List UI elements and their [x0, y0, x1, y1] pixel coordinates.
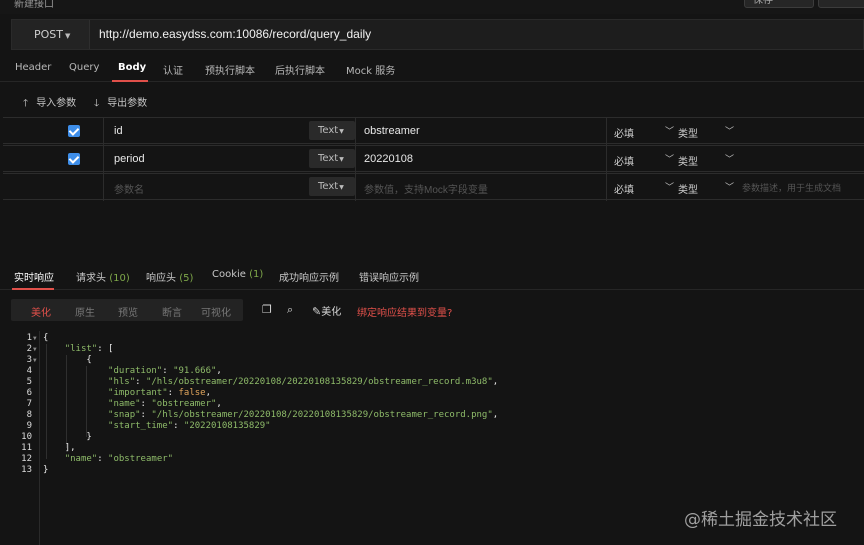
arrow-down-icon: 🡓 — [94, 98, 100, 109]
request-tabs: Header Query Body 认证 预执行脚本 后执行脚本 Mock 服务 — [0, 54, 864, 82]
param-value-input[interactable]: 参数值，支持Mock字段变量 — [364, 181, 488, 196]
chevron-down-icon[interactable]: ﹀ — [665, 180, 674, 193]
tab-auth[interactable]: 认证 — [163, 62, 183, 77]
export-params-button[interactable]: 🡓 导出参数 — [94, 94, 147, 113]
code-line: { — [43, 333, 49, 343]
window-top-strip: 新建接口 保存 — [0, 0, 864, 14]
method-select[interactable]: POST ▼ — [12, 20, 90, 49]
chevron-down-icon[interactable]: ﹀ — [725, 180, 734, 193]
line-number: 13 — [21, 465, 32, 475]
line-number: 8 — [26, 410, 32, 420]
tab-request-headers[interactable]: 请求头 (10) — [76, 269, 130, 284]
line-number: 1 — [26, 333, 32, 343]
line-number: 2 — [26, 344, 32, 354]
param-required-select[interactable]: 必填 — [614, 181, 634, 196]
param-type-select[interactable]: Text▼ — [309, 149, 355, 168]
fold-icon[interactable]: ▼ — [33, 357, 37, 364]
code-line: } — [86, 432, 92, 442]
tab-response-headers[interactable]: 响应头 (5) — [146, 269, 193, 284]
param-required-select[interactable]: 必填 — [614, 153, 634, 168]
line-number: 3 — [26, 355, 32, 365]
search-icon[interactable]: ⌕ — [287, 303, 293, 317]
param-datatype-select[interactable]: 类型 — [678, 181, 698, 196]
tab-query[interactable]: Query — [69, 62, 99, 73]
view-mode-beautify[interactable]: 美化 — [31, 304, 51, 319]
param-checkbox[interactable] — [68, 125, 80, 137]
chevron-down-icon[interactable]: ﹀ — [725, 152, 734, 165]
line-number: 6 — [26, 388, 32, 398]
tab-cookie[interactable]: Cookie (1) — [212, 269, 263, 280]
tab-header[interactable]: Header — [15, 62, 51, 73]
code-line: "duration": "91.666", — [108, 366, 222, 376]
tab-post-script[interactable]: 后执行脚本 — [275, 62, 325, 77]
watermark: @稀土掘金技术社区 — [684, 510, 837, 530]
code-line: "snap": "/hls/obstreamer/20220108/202201… — [108, 410, 499, 420]
caret-down-icon: ▼ — [65, 32, 71, 40]
view-mode-preview[interactable]: 预览 — [118, 304, 138, 319]
code-line: "important": false, — [108, 388, 211, 398]
wand-icon: ✎ — [312, 305, 322, 318]
line-number: 12 — [21, 454, 32, 464]
chevron-down-icon[interactable]: ﹀ — [725, 124, 734, 137]
url-input[interactable]: http://demo.easydss.com:10086/record/que… — [99, 20, 371, 49]
tab-body[interactable]: Body — [118, 62, 146, 73]
chevron-down-icon[interactable]: ﹀ — [665, 152, 674, 165]
code-line: { — [86, 355, 92, 365]
param-checkbox[interactable] — [68, 153, 80, 165]
table-row: 参数名 Text▼ 参数值，支持Mock字段变量 必填 ﹀ 类型 ﹀ 参数描述，… — [3, 173, 864, 201]
param-name-input[interactable]: id — [114, 125, 123, 137]
line-number: 9 — [26, 421, 32, 431]
window-title: 新建接口 — [14, 0, 54, 10]
response-tabs: 实时响应 请求头 (10) 响应头 (5) Cookie (1) 成功响应示例 … — [0, 260, 864, 290]
arrow-up-icon: 🡑 — [23, 98, 29, 109]
line-number: 5 — [26, 377, 32, 387]
active-tab-indicator — [112, 80, 148, 82]
code-line: "name": "obstreamer", — [108, 399, 222, 409]
param-datatype-select[interactable]: 类型 — [678, 153, 698, 168]
code-line: } — [43, 465, 49, 475]
view-mode-visualize[interactable]: 可视化 — [201, 304, 231, 319]
param-type-select[interactable]: Text▼ — [309, 177, 355, 196]
param-name-input[interactable]: 参数名 — [114, 181, 144, 196]
fold-icon[interactable]: ▼ — [33, 335, 37, 342]
param-value-input[interactable]: 20220108 — [364, 153, 413, 165]
active-tab-indicator — [12, 288, 54, 290]
line-number: 4 — [26, 366, 32, 376]
line-number: 7 — [26, 399, 32, 409]
bind-response-link[interactable]: 绑定响应结果到变量? — [357, 304, 452, 319]
import-params-button[interactable]: 🡑 导入参数 — [23, 94, 76, 113]
code-line: "list": [ — [64, 344, 114, 354]
tab-live-response[interactable]: 实时响应 — [14, 269, 54, 284]
code-line: "start_time": "20220108135829" — [108, 421, 271, 431]
line-number: 11 — [21, 443, 32, 453]
table-row: id Text▼ obstreamer 必填 ﹀ 类型 ﹀ — [3, 117, 864, 145]
view-mode-assert[interactable]: 断言 — [162, 304, 182, 319]
code-line: ], — [64, 443, 76, 453]
save-button[interactable]: 保存 — [744, 0, 814, 8]
table-row: period Text▼ 20220108 必填 ﹀ 类型 ﹀ — [3, 145, 864, 173]
code-line: "name": "obstreamer" — [64, 454, 174, 464]
view-mode-raw[interactable]: 原生 — [75, 304, 95, 319]
tab-success-example[interactable]: 成功响应示例 — [279, 269, 339, 284]
tab-mock-service[interactable]: Mock 服务 — [346, 62, 395, 77]
code-line: "hls": "/hls/obstreamer/20220108/2022010… — [108, 377, 499, 387]
param-datatype-select[interactable]: 类型 — [678, 125, 698, 140]
close-button[interactable] — [818, 0, 864, 8]
param-desc-input[interactable]: 参数描述，用于生成文档 — [742, 181, 841, 194]
param-value-input[interactable]: obstreamer — [364, 125, 420, 137]
chevron-down-icon[interactable]: ﹀ — [665, 124, 674, 137]
line-number: 10 — [21, 432, 32, 442]
param-type-select[interactable]: Text▼ — [309, 121, 355, 140]
fold-icon[interactable]: ▼ — [33, 346, 37, 353]
tab-error-example[interactable]: 错误响应示例 — [359, 269, 419, 284]
url-bar: POST ▼ http://demo.easydss.com:10086/reco… — [11, 19, 864, 50]
view-mode-bar: 美化 原生 预览 断言 可视化 — [11, 299, 243, 321]
param-name-input[interactable]: period — [114, 153, 145, 165]
params-table: id Text▼ obstreamer 必填 ﹀ 类型 ﹀ period Tex… — [3, 117, 864, 201]
tab-pre-script[interactable]: 预执行脚本 — [205, 62, 255, 77]
copy-icon[interactable]: ❐ — [262, 303, 272, 316]
beautify-button[interactable]: ✎美化 — [312, 303, 341, 318]
param-required-select[interactable]: 必填 — [614, 125, 634, 140]
